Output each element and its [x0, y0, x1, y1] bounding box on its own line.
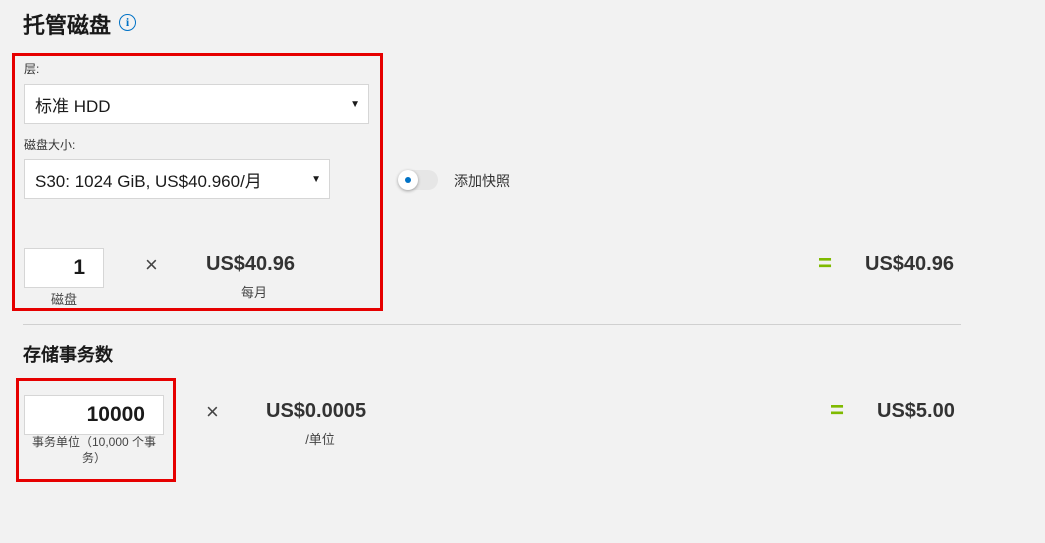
managed-disks-title: 托管磁盘: [23, 13, 112, 38]
transactions-unit-price-period: /单位: [305, 432, 335, 447]
snapshot-label: 添加快照: [454, 173, 510, 189]
storage-transactions-title: 存储事务数: [23, 345, 113, 365]
transactions-total: US$5.00: [877, 400, 955, 422]
disk-unit-price-period: 每月: [240, 285, 267, 300]
multiply-icon: ×: [206, 399, 219, 424]
snapshot-toggle[interactable]: [398, 170, 438, 190]
transactions-unit-price: US$0.0005: [266, 400, 367, 422]
chevron-down-icon: ▼: [350, 98, 360, 110]
disk-unit-price: US$40.96: [206, 253, 295, 275]
chevron-down-icon: ▼: [311, 173, 321, 185]
equals-icon: =: [830, 397, 845, 424]
info-icon[interactable]: i: [119, 14, 136, 31]
tier-select-value: 标准 HDD: [35, 96, 111, 116]
equals-icon: =: [818, 250, 833, 277]
disk-size-select-value: S30: 1024 GiB, US$40.960/月: [35, 171, 262, 191]
transactions-quantity-unit: 事务单位（10,000 个事务）: [31, 435, 157, 465]
disk-quantity-unit: 磁盘: [50, 292, 77, 307]
disk-size-label: 磁盘大小:: [24, 138, 76, 152]
toggle-knob: [398, 170, 418, 190]
transactions-quantity-input[interactable]: 10000: [24, 395, 164, 435]
disk-total: US$40.96: [865, 253, 954, 275]
tier-label: 层:: [24, 62, 40, 76]
disk-quantity-input[interactable]: 1: [24, 248, 104, 288]
tier-select[interactable]: 标准 HDD ▼: [24, 84, 369, 124]
disk-size-select[interactable]: S30: 1024 GiB, US$40.960/月 ▼: [24, 159, 330, 199]
section-divider: [23, 324, 961, 325]
multiply-icon: ×: [145, 252, 158, 277]
